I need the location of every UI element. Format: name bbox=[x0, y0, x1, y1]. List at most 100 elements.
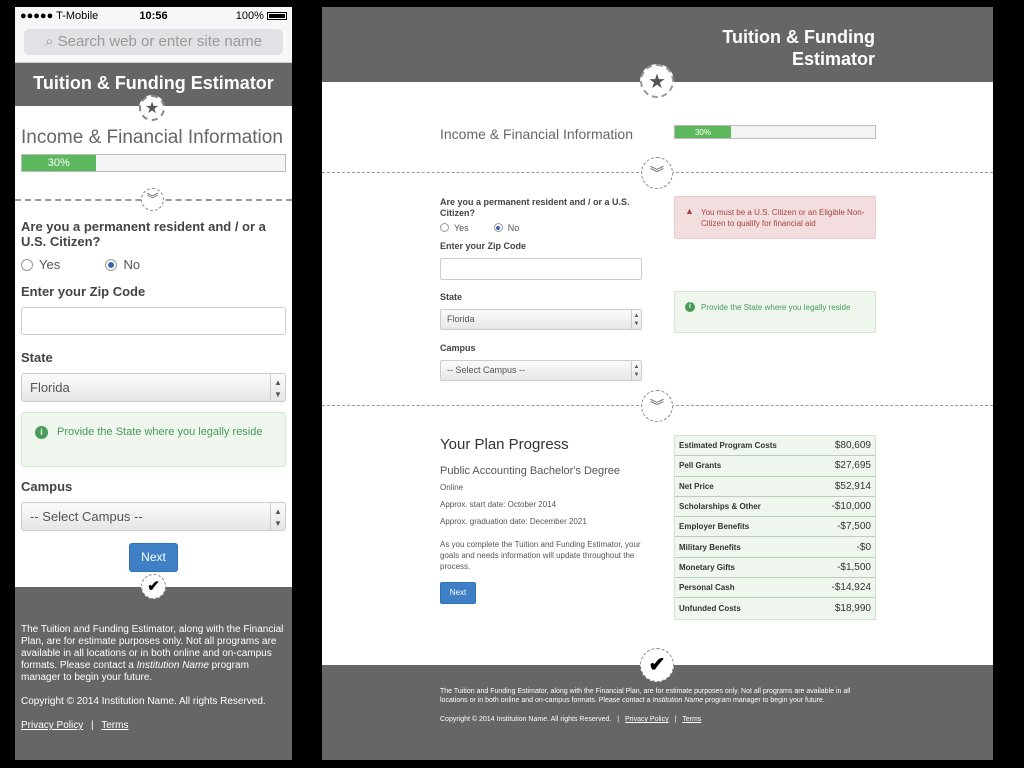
alert-text: You must be a U.S. Citizen or an Eligibl… bbox=[701, 208, 865, 228]
campus-label: Campus bbox=[440, 343, 476, 353]
graduation-date: Approx. graduation date: December 2021 bbox=[440, 517, 587, 526]
eligibility-form: Are you a permanent resident and / or a … bbox=[440, 197, 642, 394]
row-value: $27,695 bbox=[834, 460, 871, 472]
radio-no-label: No bbox=[507, 223, 520, 233]
next-button[interactable]: Next bbox=[440, 582, 476, 604]
table-row: Pell Grants $27,695 bbox=[675, 456, 875, 477]
campus-value: -- Select Campus -- bbox=[30, 509, 143, 524]
section-title: Income & Financial Information bbox=[440, 126, 633, 142]
state-info-box: i Provide the State where you legally re… bbox=[674, 291, 876, 333]
institution-name: Institution Name bbox=[652, 697, 704, 704]
info-icon: i bbox=[685, 302, 695, 312]
radio-no[interactable] bbox=[105, 259, 118, 271]
desktop-screen: Tuition & Funding Estimator ★ Income & F… bbox=[322, 7, 993, 760]
state-label: State bbox=[21, 350, 53, 365]
chevron-down-icon[interactable]: ︾ bbox=[641, 157, 673, 189]
table-row: Estimated Program Costs $80,609 bbox=[675, 436, 875, 457]
plan-title: Your Plan Progress bbox=[440, 436, 569, 453]
delivery-mode: Online bbox=[440, 483, 464, 492]
radio-yes[interactable] bbox=[21, 259, 33, 271]
select-arrows-icon: ▲ ▼ bbox=[270, 503, 285, 530]
check-icon: ✔ bbox=[640, 648, 674, 682]
row-value: -$0 bbox=[856, 541, 871, 553]
url-placeholder: Search web or enter site name bbox=[57, 33, 262, 50]
table-row: Military Benefits -$0 bbox=[675, 537, 875, 558]
state-info-text: Provide the State where you legally resi… bbox=[701, 303, 851, 312]
chevron-down-icon[interactable]: ︾ bbox=[641, 390, 673, 422]
progress-bar: 30% bbox=[674, 125, 876, 139]
progress-bar: 30% bbox=[21, 154, 286, 172]
row-value: $80,609 bbox=[834, 440, 871, 452]
state-select[interactable]: Florida ▲ ▼ bbox=[21, 373, 286, 402]
disclaimer-text-end: program manager to begin your future. bbox=[705, 697, 825, 704]
state-value: Florida bbox=[447, 314, 475, 324]
plan-description: As you complete the Tuition and Funding … bbox=[440, 540, 641, 571]
citizen-question: Are you a permanent resident and / or a … bbox=[440, 197, 630, 218]
row-label: Unfunded Costs bbox=[679, 604, 741, 614]
campus-label: Campus bbox=[21, 479, 73, 494]
citizen-radio-group: Yes No bbox=[21, 257, 286, 272]
link-separator: | bbox=[674, 716, 677, 723]
radio-yes-label: Yes bbox=[39, 257, 61, 272]
mobile-screen: ●●●●● T-Mobile 10:56 100% ⌕ Search web o… bbox=[15, 7, 292, 760]
row-label: Scholarships & Other bbox=[679, 502, 761, 512]
select-arrows-icon: ▲ ▼ bbox=[270, 374, 285, 401]
chevron-down-icon[interactable]: ︾ bbox=[141, 188, 164, 211]
link-separator: | bbox=[617, 716, 620, 723]
select-arrows-icon: ▲ ▼ bbox=[631, 361, 641, 380]
page-title-line1: Tuition & Funding bbox=[722, 27, 875, 47]
table-row: Unfunded Costs $18,990 bbox=[675, 598, 875, 618]
star-icon: ★ bbox=[640, 64, 674, 98]
plan-progress: Your Plan Progress Public Accounting Bac… bbox=[440, 436, 645, 604]
radio-yes-label: Yes bbox=[454, 223, 469, 233]
link-separator: | bbox=[91, 720, 94, 731]
eligibility-form: Are you a permanent resident and / or a … bbox=[21, 219, 286, 572]
status-bar: ●●●●● T-Mobile 10:56 100% bbox=[15, 7, 292, 25]
battery-icon bbox=[267, 12, 287, 20]
copyright: Copyright © 2014 Institution Name. All r… bbox=[21, 696, 266, 707]
star-icon: ★ bbox=[139, 95, 165, 121]
start-date: Approx. start date: October 2014 bbox=[440, 500, 557, 509]
zip-input[interactable] bbox=[440, 258, 642, 280]
check-icon: ✔ bbox=[141, 574, 166, 599]
state-info-box: i Provide the State where you legally re… bbox=[21, 412, 286, 467]
row-value: -$14,924 bbox=[831, 582, 871, 594]
institution-name: Institution Name bbox=[136, 660, 209, 671]
zip-label: Enter your Zip Code bbox=[440, 241, 527, 251]
campus-select[interactable]: -- Select Campus -- ▲ ▼ bbox=[440, 360, 642, 381]
state-info-text: Provide the State where you legally resi… bbox=[57, 426, 263, 438]
row-label: Net Price bbox=[679, 481, 714, 491]
battery-percent: 100% bbox=[235, 10, 264, 22]
terms-link[interactable]: Terms bbox=[682, 716, 701, 723]
radio-no[interactable] bbox=[493, 223, 503, 232]
radio-yes[interactable] bbox=[440, 223, 449, 232]
footer: The Tuition and Funding Estimator, along… bbox=[15, 587, 292, 760]
state-select[interactable]: Florida ▲ ▼ bbox=[440, 309, 642, 330]
row-label: Personal Cash bbox=[679, 583, 735, 593]
privacy-link[interactable]: Privacy Policy bbox=[21, 720, 83, 731]
table-row: Personal Cash -$14,924 bbox=[675, 578, 875, 599]
browser-bar: ⌕ Search web or enter site name bbox=[15, 25, 292, 63]
copyright-line: Copyright © 2014 Institution Name. All r… bbox=[440, 715, 875, 724]
search-icon: ⌕ bbox=[45, 33, 54, 50]
citizen-question: Are you a permanent resident and / or a … bbox=[21, 219, 266, 249]
cost-table: Estimated Program Costs $80,609 Pell Grant… bbox=[674, 435, 876, 620]
page-title: Tuition & Funding Estimator bbox=[33, 73, 274, 93]
next-button[interactable]: Next bbox=[129, 543, 178, 572]
row-label: Monetary Gifts bbox=[679, 562, 736, 572]
citizenship-alert: ▲ You must be a U.S. Citizen or an Eligi… bbox=[674, 196, 876, 239]
table-row: Monetary Gifts -$1,500 bbox=[675, 558, 875, 579]
row-value: $52,914 bbox=[834, 480, 871, 492]
campus-select[interactable]: -- Select Campus -- ▲ ▼ bbox=[21, 502, 286, 531]
row-value: -$7,500 bbox=[837, 521, 871, 533]
terms-link[interactable]: Terms bbox=[101, 720, 128, 731]
copyright: Copyright © 2014 Institution Name. All r… bbox=[440, 716, 612, 723]
zip-input[interactable] bbox=[21, 307, 286, 335]
table-row: Scholarships & Other -$10,000 bbox=[675, 497, 875, 518]
url-field[interactable]: ⌕ Search web or enter site name bbox=[24, 29, 283, 55]
table-row: Employer Benefits -$7,500 bbox=[675, 517, 875, 538]
degree-name: Public Accounting Bachelor's Degree bbox=[440, 465, 621, 477]
row-value: -$10,000 bbox=[831, 501, 871, 513]
status-right: 100% bbox=[236, 10, 287, 22]
privacy-link[interactable]: Privacy Policy bbox=[625, 716, 669, 723]
